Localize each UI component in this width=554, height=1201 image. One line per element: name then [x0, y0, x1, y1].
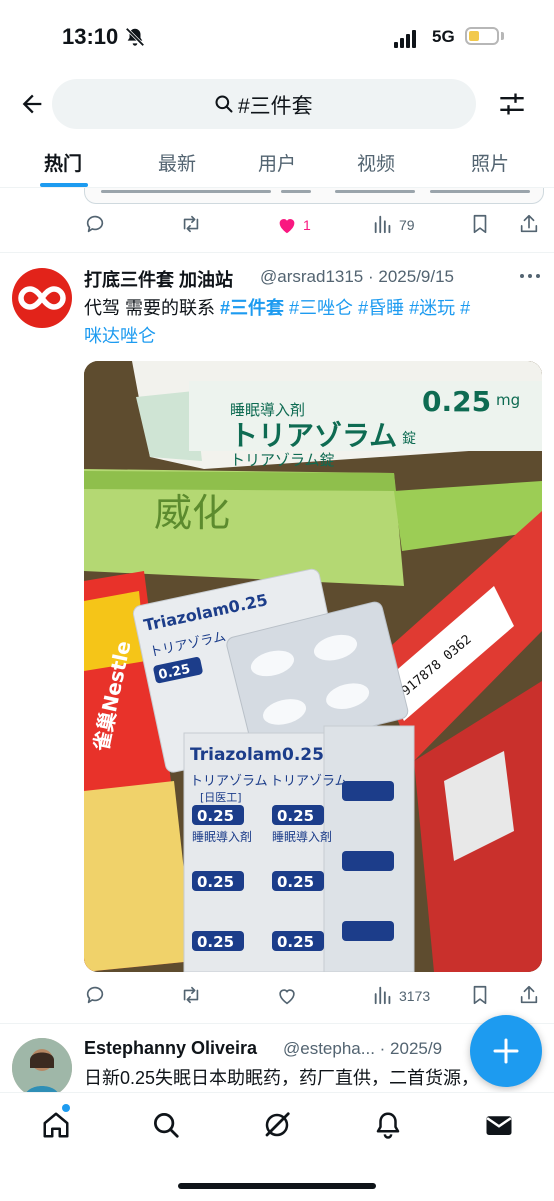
- plus-icon: [493, 1038, 519, 1064]
- share-icon[interactable]: [518, 984, 540, 1006]
- post-separator: [0, 252, 554, 253]
- home-indicator: [178, 1183, 376, 1189]
- pill-packages-photo: 威化 睡眠導入剤 トリアゾラム 錠 0.25 mg トリアゾラム錠 雀巢Nest…: [84, 361, 542, 972]
- bookmark-icon[interactable]: [469, 984, 491, 1006]
- author-name[interactable]: Estephanny Oliveira: [84, 1038, 257, 1059]
- share-icon[interactable]: [518, 213, 540, 235]
- views-icon[interactable]: [372, 984, 394, 1006]
- post-date: 2025/9/15: [378, 267, 455, 286]
- sheet-dose: 0.25: [197, 873, 234, 891]
- hashtag-link[interactable]: #昏睡: [358, 298, 404, 318]
- sheet-kana: トリアゾラム: [190, 774, 268, 789]
- view-count: 79: [399, 217, 415, 233]
- hashtag-link[interactable]: 咪达唑仑: [84, 326, 156, 346]
- tab-latest[interactable]: 最新: [158, 149, 196, 176]
- post-date: 2025/9: [390, 1039, 443, 1058]
- hashtag-link[interactable]: #三件套: [220, 298, 284, 318]
- hashtag-link[interactable]: #迷玩: [409, 298, 455, 318]
- bell-off-icon: [125, 27, 145, 47]
- post-text-plain: 代驾 需要的联系: [84, 298, 221, 318]
- compose-button[interactable]: [470, 1015, 542, 1087]
- box-label-small: 睡眠導入剤: [230, 401, 305, 419]
- heart-icon[interactable]: [276, 985, 298, 1007]
- like-count: 1: [303, 217, 311, 233]
- sheet-name: Triazolam0.25: [190, 745, 324, 765]
- post-text: 代驾 需要的联系 #三件套 #三唑仑 #昏睡 #迷玩 # 咪达唑仑: [84, 294, 542, 350]
- grok-icon[interactable]: [262, 1110, 292, 1140]
- bookmark-icon[interactable]: [469, 213, 491, 235]
- avatar-photo: [12, 1038, 72, 1098]
- box-dose: 0.25: [422, 385, 491, 418]
- sheet-dose: 0.25: [277, 873, 314, 891]
- box-unit: mg: [496, 391, 520, 409]
- author-handle-date[interactable]: @estepha... · 2025/9: [283, 1039, 442, 1059]
- sheet-kana: トリアゾラム: [270, 774, 348, 789]
- battery-icon: [465, 27, 499, 45]
- messages-icon[interactable]: [484, 1110, 514, 1140]
- filter-settings-icon[interactable]: [498, 90, 526, 118]
- sheet-dose: 0.25: [197, 933, 234, 951]
- author-avatar[interactable]: [12, 268, 72, 328]
- box-brand: トリアゾラム: [230, 419, 397, 452]
- tab-photos[interactable]: 照片: [471, 149, 509, 176]
- view-count: 3173: [399, 988, 431, 1004]
- box-sub: トリアゾラム錠: [230, 451, 335, 469]
- infinity-logo-icon: [18, 286, 66, 310]
- reply-icon[interactable]: [84, 213, 106, 235]
- hashtag-link[interactable]: #: [460, 298, 470, 318]
- retweet-icon[interactable]: [180, 213, 202, 235]
- author-handle-date[interactable]: @arsrad1315 · 2025/9/15: [260, 267, 454, 287]
- author-name[interactable]: 打底三件套 加油站: [84, 266, 233, 292]
- retweet-icon[interactable]: [180, 984, 202, 1006]
- battery-tip: [501, 32, 504, 40]
- search-icon[interactable]: [151, 1110, 181, 1140]
- sheet-note: 睡眠導入剤: [272, 829, 332, 844]
- reply-icon[interactable]: [84, 984, 106, 1006]
- sheet-dose: 0.25: [277, 933, 314, 951]
- post-separator: [0, 1023, 554, 1024]
- views-icon[interactable]: [372, 213, 394, 235]
- search-query[interactable]: #三件套: [238, 90, 313, 120]
- more-options-icon[interactable]: [518, 268, 542, 284]
- author-avatar[interactable]: [12, 1038, 72, 1098]
- search-icon: [215, 95, 233, 113]
- sheet-note: 睡眠導入剤: [192, 829, 252, 844]
- sheet-maker: [日医工]: [200, 791, 242, 804]
- tab-users[interactable]: 用户: [258, 149, 296, 176]
- heart-filled-icon[interactable]: [276, 214, 298, 236]
- handle: @estepha...: [283, 1039, 375, 1058]
- sheet-dose: 0.25: [277, 807, 314, 825]
- post-image[interactable]: 威化 睡眠導入剤 トリアゾラム 錠 0.25 mg トリアゾラム錠 雀巢Nest…: [84, 361, 542, 972]
- handle: @arsrad1315: [260, 267, 364, 286]
- home-unread-dot: [62, 1104, 70, 1112]
- dot-separator: ·: [374, 1039, 391, 1058]
- network-type: 5G: [432, 27, 455, 46]
- box-form: 錠: [402, 431, 416, 447]
- home-icon[interactable]: [41, 1110, 71, 1140]
- status-time: 13:10: [62, 24, 119, 49]
- previous-post-media[interactable]: [84, 188, 544, 204]
- dot-separator: ·: [363, 267, 379, 286]
- sheet-dose: 0.25: [197, 807, 234, 825]
- signal-icon: [394, 30, 416, 48]
- tab-hot[interactable]: 热门: [44, 149, 82, 176]
- back-arrow-icon[interactable]: [18, 90, 46, 118]
- hashtag-link[interactable]: #三唑仑: [289, 298, 353, 318]
- notifications-icon[interactable]: [373, 1110, 403, 1140]
- post-text: 日新0.25失眠日本助眠药，药厂直供，二首货源，: [84, 1068, 480, 1088]
- snack-text: 威化: [154, 491, 230, 535]
- tab-videos[interactable]: 视频: [357, 149, 395, 176]
